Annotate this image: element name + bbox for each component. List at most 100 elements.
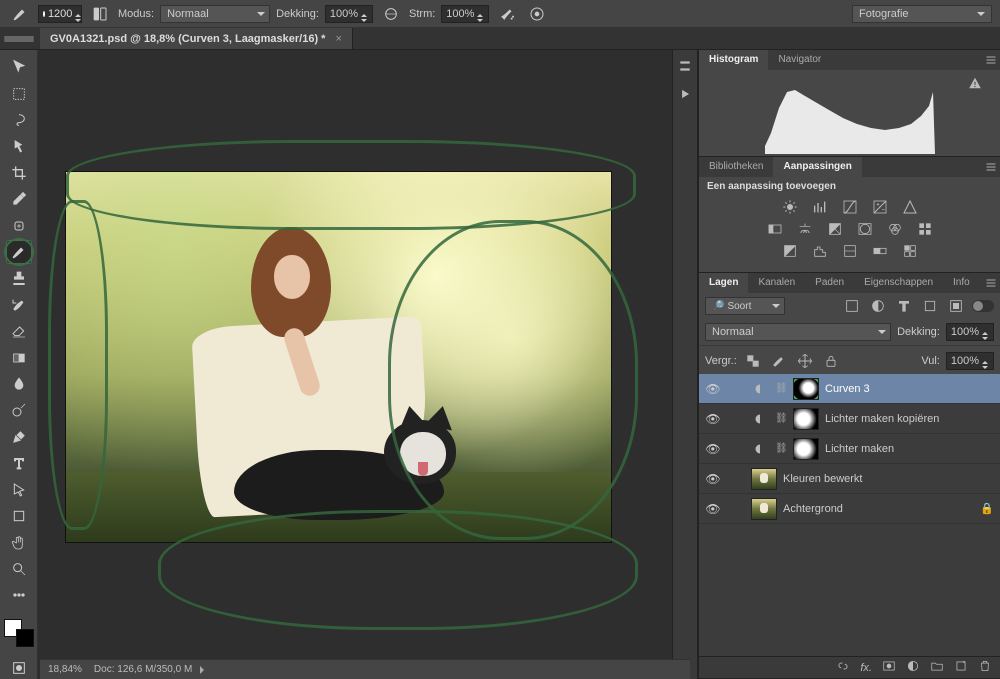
- layer-fill-field[interactable]: 100%: [946, 352, 994, 370]
- tab-info[interactable]: Info: [943, 273, 980, 293]
- edit-toolbar-icon[interactable]: [7, 584, 31, 606]
- layer-filter-dropdown[interactable]: 🔎Soort: [705, 297, 785, 315]
- layer-mask-thumb[interactable]: [793, 408, 819, 430]
- adj-photofilter-icon[interactable]: [855, 220, 875, 238]
- filter-pixel-icon[interactable]: [842, 297, 862, 315]
- new-group-icon[interactable]: [930, 659, 944, 676]
- adj-exposure-icon[interactable]: [870, 198, 890, 216]
- panel-menu-icon[interactable]: [982, 274, 1000, 292]
- layer-name[interactable]: Curven 3: [825, 383, 994, 395]
- layer-blend-dropdown[interactable]: Normaal: [705, 323, 891, 341]
- filter-shape-icon[interactable]: [920, 297, 940, 315]
- status-docinfo[interactable]: Doc: 126,6 M/350,0 M: [94, 664, 192, 675]
- layer-row[interactable]: 👁 Achtergrond 🔒: [699, 494, 1000, 524]
- lock-transparency-icon[interactable]: [743, 352, 763, 370]
- dodge-tool-icon[interactable]: [7, 399, 31, 421]
- layer-mask-thumb[interactable]: [793, 378, 819, 400]
- close-tab-icon[interactable]: ×: [335, 33, 341, 45]
- new-layer-icon[interactable]: [954, 659, 968, 676]
- layer-row[interactable]: 👁 ⛓ Lichter maken kopiëren: [699, 404, 1000, 434]
- eraser-tool-icon[interactable]: [7, 320, 31, 342]
- status-flyout-icon[interactable]: [200, 666, 208, 674]
- adj-gradientmap-icon[interactable]: [870, 242, 890, 260]
- eyedropper-tool-icon[interactable]: [7, 188, 31, 210]
- filter-smart-icon[interactable]: [946, 297, 966, 315]
- link-mask-icon[interactable]: ⛓: [775, 413, 787, 424]
- adj-invert-icon[interactable]: [780, 242, 800, 260]
- flow-field[interactable]: 100%: [441, 5, 489, 23]
- link-mask-icon[interactable]: ⛓: [775, 383, 787, 394]
- adj-bw-icon[interactable]: [825, 220, 845, 238]
- background-swatch[interactable]: [16, 629, 34, 647]
- lasso-tool-icon[interactable]: [7, 109, 31, 131]
- brush-size-field[interactable]: 1200: [38, 5, 82, 23]
- link-mask-icon[interactable]: ⛓: [775, 443, 787, 454]
- document-tab[interactable]: GV0A1321.psd @ 18,8% (Curven 3, Laagmask…: [40, 28, 353, 49]
- adj-hue-icon[interactable]: [765, 220, 785, 238]
- crop-tool-icon[interactable]: [7, 162, 31, 184]
- layer-name[interactable]: Kleuren bewerkt: [783, 473, 994, 485]
- lock-position-icon[interactable]: [795, 352, 815, 370]
- workspace-dropdown[interactable]: Fotografie: [852, 5, 992, 23]
- visibility-toggle-icon[interactable]: 👁: [705, 442, 721, 456]
- new-adjustment-icon[interactable]: [906, 659, 920, 676]
- quickmask-icon[interactable]: [7, 657, 31, 679]
- tab-bibliotheken[interactable]: Bibliotheken: [699, 157, 773, 177]
- layer-thumb[interactable]: [751, 468, 777, 490]
- tab-paden[interactable]: Paden: [805, 273, 854, 293]
- adj-threshold-icon[interactable]: [840, 242, 860, 260]
- tab-eigenschappen[interactable]: Eigenschappen: [854, 273, 943, 293]
- hand-tool-icon[interactable]: [7, 531, 31, 553]
- adj-channelmixer-icon[interactable]: [885, 220, 905, 238]
- history-brush-tool-icon[interactable]: [7, 294, 31, 316]
- fx-icon[interactable]: fx.: [860, 662, 872, 674]
- adj-curves-icon[interactable]: [840, 198, 860, 216]
- layer-name[interactable]: Achtergrond: [783, 503, 974, 515]
- type-tool-icon[interactable]: [7, 452, 31, 474]
- lock-pixels-icon[interactable]: [769, 352, 789, 370]
- gradient-tool-icon[interactable]: [7, 346, 31, 368]
- filter-toggle[interactable]: [972, 300, 994, 312]
- layer-opacity-field[interactable]: 100%: [946, 323, 994, 341]
- layer-name[interactable]: Lichter maken kopiëren: [825, 413, 994, 425]
- filter-adjust-icon[interactable]: [868, 297, 888, 315]
- tab-navigator[interactable]: Navigator: [768, 50, 831, 70]
- quick-select-tool-icon[interactable]: [7, 135, 31, 157]
- adj-colorlookup-icon[interactable]: [915, 220, 935, 238]
- visibility-toggle-icon[interactable]: 👁: [705, 382, 721, 396]
- layer-row[interactable]: 👁 Kleuren bewerkt: [699, 464, 1000, 494]
- add-mask-icon[interactable]: [882, 659, 896, 676]
- pressure-opacity-icon[interactable]: [379, 2, 403, 26]
- brush-panel-toggle-icon[interactable]: [88, 2, 112, 26]
- layer-row[interactable]: 👁 ⛓ Curven 3: [699, 374, 1000, 404]
- pressure-size-icon[interactable]: [525, 2, 549, 26]
- layer-name[interactable]: Lichter maken: [825, 443, 994, 455]
- panel-menu-icon[interactable]: [982, 158, 1000, 176]
- adj-levels-icon[interactable]: [810, 198, 830, 216]
- adj-selectivecolor-icon[interactable]: [900, 242, 920, 260]
- lock-all-icon[interactable]: [821, 352, 841, 370]
- filter-type-icon[interactable]: [894, 297, 914, 315]
- brush-preset-icon[interactable]: [8, 2, 32, 26]
- tab-histogram[interactable]: Histogram: [699, 50, 768, 70]
- blur-tool-icon[interactable]: [7, 373, 31, 395]
- zoom-tool-icon[interactable]: [7, 558, 31, 580]
- tab-lagen[interactable]: Lagen: [699, 273, 748, 293]
- stamp-tool-icon[interactable]: [7, 267, 31, 289]
- layer-mask-thumb[interactable]: [793, 438, 819, 460]
- path-select-tool-icon[interactable]: [7, 479, 31, 501]
- pen-tool-icon[interactable]: [7, 426, 31, 448]
- link-layers-icon[interactable]: [836, 659, 850, 676]
- histogram-warning-icon[interactable]: [968, 76, 982, 90]
- brush-tool-icon[interactable]: [7, 241, 31, 263]
- tab-kanalen[interactable]: Kanalen: [748, 273, 805, 293]
- panel-expand-icon[interactable]: [675, 56, 695, 76]
- adj-brightness-icon[interactable]: [780, 198, 800, 216]
- opacity-field[interactable]: 100%: [325, 5, 373, 23]
- delete-layer-icon[interactable]: [978, 659, 992, 676]
- panel-play-icon[interactable]: [675, 84, 695, 104]
- adj-colorbalance-icon[interactable]: [795, 220, 815, 238]
- healing-tool-icon[interactable]: [7, 214, 31, 236]
- adj-vibrance-icon[interactable]: [900, 198, 920, 216]
- marquee-tool-icon[interactable]: [7, 82, 31, 104]
